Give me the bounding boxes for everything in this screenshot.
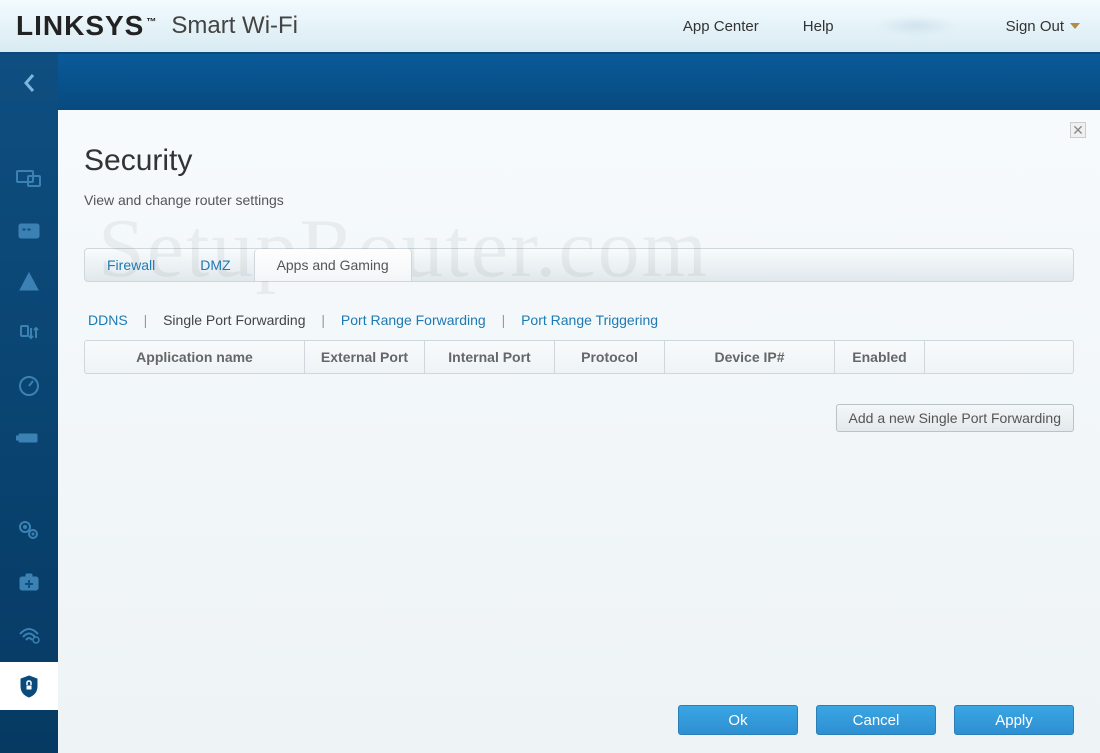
calendar-icon — [17, 220, 41, 240]
subnav-port-range-forwarding[interactable]: Port Range Forwarding — [337, 312, 490, 328]
col-application-name: Application name — [85, 341, 305, 373]
cancel-button[interactable]: Cancel — [816, 705, 936, 735]
gauge-icon — [18, 375, 40, 397]
col-protocol: Protocol — [555, 341, 665, 373]
page-subtitle: View and change router settings — [84, 192, 1074, 208]
tab-firewall[interactable]: Firewall — [85, 249, 178, 281]
main-area: ✕ SetupRouter.com Security View and chan… — [58, 54, 1100, 753]
col-device-ip: Device IP# — [665, 341, 835, 373]
col-internal-port: Internal Port — [425, 341, 555, 373]
col-actions — [925, 341, 1073, 373]
sidebar-item-security[interactable] — [0, 662, 58, 710]
col-external-port: External Port — [305, 341, 425, 373]
sidebar-item-usb-storage[interactable] — [0, 414, 58, 462]
sidebar-item-wireless[interactable] — [0, 610, 58, 658]
sidebar-item-connectivity[interactable] — [0, 506, 58, 554]
devices-icon — [16, 168, 42, 188]
sidebar-item-speed-test[interactable] — [0, 362, 58, 410]
port-forwarding-table: Application name External Port Internal … — [84, 340, 1074, 374]
subnav-port-range-triggering[interactable]: Port Range Triggering — [517, 312, 662, 328]
help-link[interactable]: Help — [803, 18, 834, 35]
warning-icon — [18, 271, 40, 293]
sidebar-item-media-prioritization[interactable] — [0, 310, 58, 358]
add-port-forwarding-button[interactable]: Add a new Single Port Forwarding — [836, 404, 1074, 432]
caret-down-icon — [1070, 23, 1080, 29]
close-panel-button[interactable]: ✕ — [1070, 122, 1086, 138]
sidebar-item-troubleshooting[interactable] — [0, 558, 58, 606]
sub-navigation: DDNS | Single Port Forwarding | Port Ran… — [84, 312, 1074, 328]
linksys-logo: LINKSYS™ — [16, 10, 157, 42]
usb-icon — [16, 430, 42, 446]
sidebar-item-network-map[interactable] — [0, 154, 58, 202]
sidebar — [0, 54, 58, 753]
wifi-icon — [17, 624, 41, 644]
sign-out-label: Sign Out — [1006, 18, 1064, 35]
app-center-link[interactable]: App Center — [683, 18, 759, 35]
sign-out-link[interactable]: Sign Out — [1006, 18, 1080, 35]
logo-text: LINKSYS — [16, 10, 144, 42]
sidebar-item-guest-access[interactable] — [0, 206, 58, 254]
apply-button[interactable]: Apply — [954, 705, 1074, 735]
trademark-symbol: ™ — [146, 17, 157, 28]
product-name: Smart Wi-Fi — [171, 12, 298, 40]
content-panel: ✕ SetupRouter.com Security View and chan… — [58, 110, 1100, 753]
action-buttons: Ok Cancel Apply — [678, 705, 1074, 735]
ok-button[interactable]: Ok — [678, 705, 798, 735]
gears-icon — [17, 519, 41, 541]
medkit-icon — [17, 572, 41, 592]
col-enabled: Enabled — [835, 341, 925, 373]
prioritization-icon — [18, 323, 40, 345]
shield-lock-icon — [19, 674, 39, 698]
subnav-single-port-forwarding[interactable]: Single Port Forwarding — [159, 312, 309, 328]
subnav-ddns[interactable]: DDNS — [84, 312, 132, 328]
tab-apps-and-gaming[interactable]: Apps and Gaming — [254, 249, 412, 281]
page-title: Security — [84, 110, 1074, 178]
tabs-row: Firewall DMZ Apps and Gaming — [84, 248, 1074, 282]
sidebar-item-parental-controls[interactable] — [0, 258, 58, 306]
blue-banner — [58, 54, 1100, 110]
user-email-blurred — [876, 17, 956, 35]
collapse-sidebar-button[interactable] — [22, 72, 36, 100]
app-header: LINKSYS™ Smart Wi-Fi App Center Help Sig… — [0, 0, 1100, 54]
tab-dmz[interactable]: DMZ — [178, 249, 253, 281]
